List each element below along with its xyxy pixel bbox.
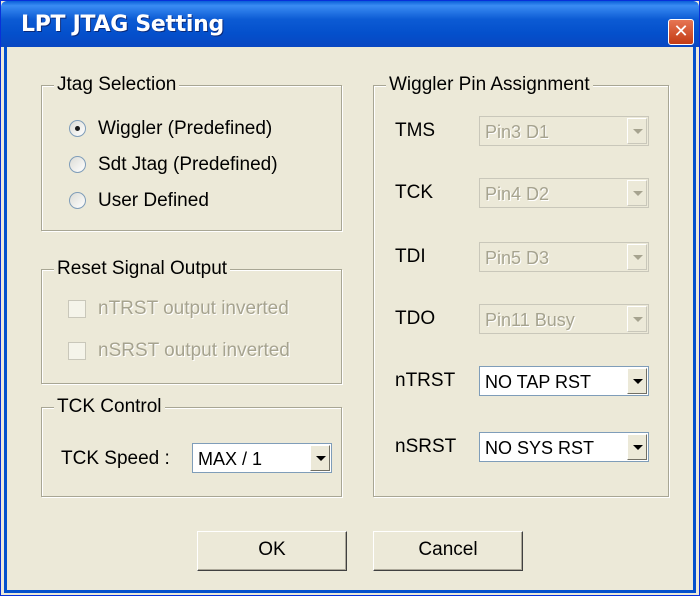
pin-select-tdi[interactable]: Pin5 D3 <box>479 242 649 272</box>
pin-label-tms: TMS <box>395 120 436 141</box>
pin-select-tdo[interactable]: Pin11 Busy <box>479 304 649 334</box>
checkbox-nsrst-inverted-label: nSRST output inverted <box>98 340 290 361</box>
chevron-down-icon[interactable] <box>627 306 647 332</box>
jtag-selection-title: Jtag Selection <box>54 74 180 96</box>
tck-control-title: TCK Control <box>54 396 165 418</box>
chevron-down-icon[interactable] <box>627 180 647 206</box>
radio-wiggler-indicator[interactable] <box>69 120 86 137</box>
pin-select-nsrst[interactable]: NO SYS RST <box>479 432 649 462</box>
reset-signal-output-group: Reset Signal Output nTRST output inverte… <box>41 258 342 384</box>
radio-sdt-jtag-label[interactable]: Sdt Jtag (Predefined) <box>98 154 278 176</box>
tck-control-group: TCK Control TCK Speed : MAX / 1 <box>41 396 342 497</box>
pin-select-tdi-value: Pin5 D3 <box>485 248 550 268</box>
checkbox-nsrst-inverted-box[interactable] <box>68 342 86 360</box>
pin-label-tck: TCK <box>395 182 433 203</box>
pin-select-tck-value: Pin4 D2 <box>485 184 550 204</box>
pin-label-ntrst: nTRST <box>395 370 456 391</box>
pin-select-nsrst-value: NO SYS RST <box>485 438 595 458</box>
chevron-down-icon[interactable] <box>627 368 647 394</box>
pin-select-tdo-value: Pin11 Busy <box>485 310 575 330</box>
cancel-button[interactable]: Cancel <box>373 531 523 571</box>
lpt-jtag-setting-dialog: LPT JTAG Setting ✕ Jtag Selection Wiggle… <box>0 0 700 596</box>
pin-label-tdi: TDI <box>395 246 426 267</box>
pin-select-tck[interactable]: Pin4 D2 <box>479 178 649 208</box>
wiggler-pin-assignment-group: Wiggler Pin Assignment TMS Pin3 D1 TCK P… <box>373 74 669 497</box>
chevron-down-icon[interactable] <box>627 118 647 144</box>
chevron-down-icon[interactable] <box>627 244 647 270</box>
window-title: LPT JTAG Setting <box>21 12 224 37</box>
jtag-selection-group: Jtag Selection Wiggler (Predefined) Sdt … <box>41 74 342 231</box>
pin-select-tms-value: Pin3 D1 <box>485 122 550 142</box>
pin-select-tms[interactable]: Pin3 D1 <box>479 116 649 146</box>
pin-select-ntrst[interactable]: NO TAP RST <box>479 366 649 396</box>
reset-signal-output-title: Reset Signal Output <box>54 258 231 280</box>
radio-user-defined-label[interactable]: User Defined <box>98 190 209 212</box>
close-button[interactable]: ✕ <box>668 19 694 45</box>
pin-label-nsrst: nSRST <box>395 436 457 457</box>
checkbox-ntrst-inverted-box[interactable] <box>68 300 86 318</box>
pin-label-tdo: TDO <box>395 308 436 329</box>
wiggler-pin-assignment-title: Wiggler Pin Assignment <box>386 74 593 96</box>
radio-wiggler-label[interactable]: Wiggler (Predefined) <box>98 118 272 140</box>
chevron-down-icon[interactable] <box>627 434 647 460</box>
tck-speed-label: TCK Speed : <box>61 448 170 469</box>
chevron-down-icon[interactable] <box>310 445 330 471</box>
ok-button[interactable]: OK <box>197 531 347 571</box>
close-icon: ✕ <box>673 21 689 41</box>
dialog-client-area: Jtag Selection Wiggler (Predefined) Sdt … <box>4 47 696 593</box>
title-bar[interactable]: LPT JTAG Setting ✕ <box>1 1 699 47</box>
tck-speed-value: MAX / 1 <box>198 449 263 469</box>
radio-user-defined-indicator[interactable] <box>69 192 86 209</box>
checkbox-ntrst-inverted-label: nTRST output inverted <box>98 298 289 319</box>
pin-select-ntrst-value: NO TAP RST <box>485 372 592 392</box>
radio-sdt-jtag-indicator[interactable] <box>69 156 86 173</box>
tck-speed-select[interactable]: MAX / 1 <box>192 443 332 473</box>
